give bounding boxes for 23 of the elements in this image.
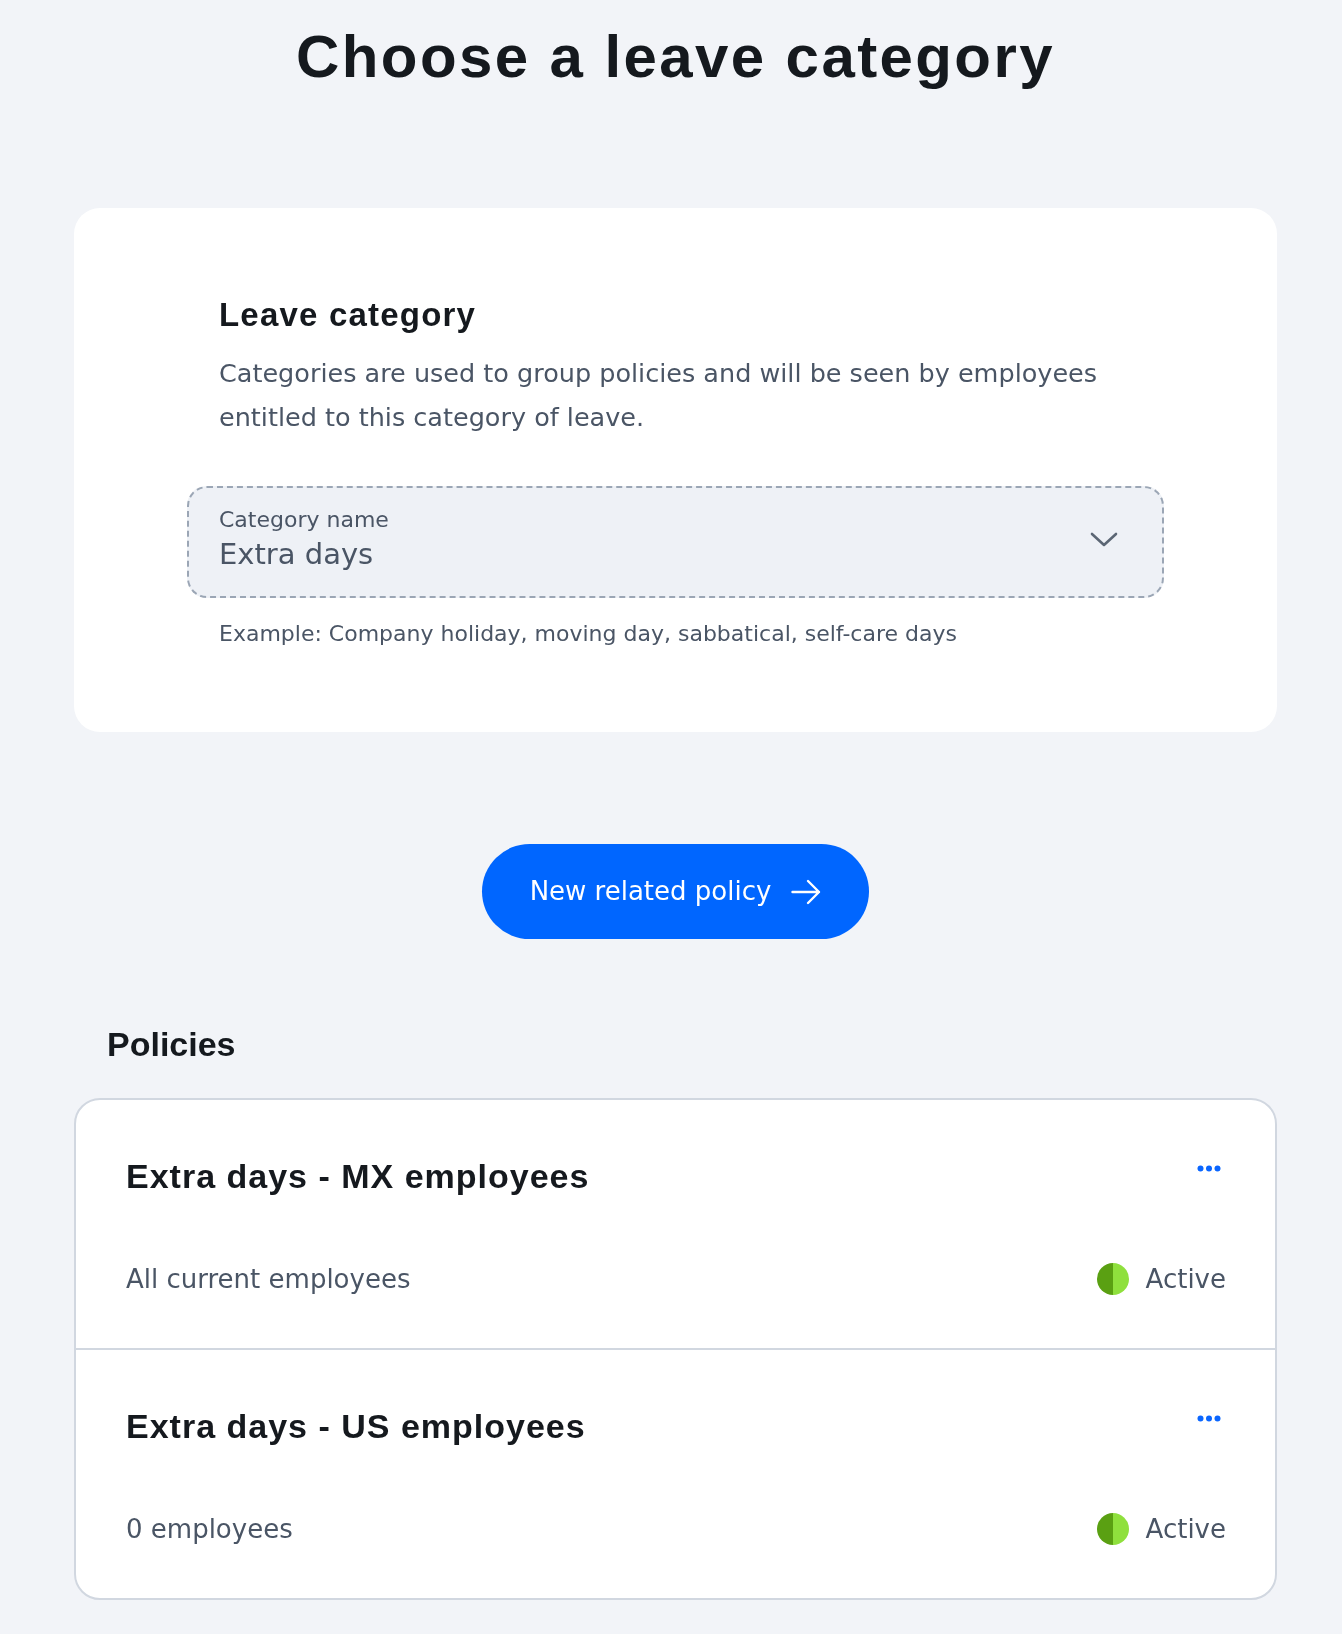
field-label: Category name bbox=[219, 506, 389, 534]
section-heading: Leave category bbox=[219, 296, 478, 334]
status-dot-icon bbox=[1096, 1263, 1129, 1295]
category-name-dropdown[interactable]: Category name Extra days bbox=[187, 486, 1164, 598]
section-description: Categories are used to group policies and will be seen by employees entitled to this category of leave. bbox=[219, 357, 1099, 434]
policy-status: Active bbox=[1145, 1513, 1226, 1545]
field-hint: Example: Company holiday, moving day, sabbatical, self-care days bbox=[219, 620, 958, 648]
chevron-down-icon bbox=[1090, 532, 1118, 548]
more-options-button[interactable] bbox=[1197, 1415, 1221, 1422]
page-title: Choose a leave category bbox=[295, 22, 1056, 92]
status-dot-icon bbox=[1096, 1513, 1129, 1545]
new-related-policy-button[interactable]: New related policy bbox=[482, 844, 869, 939]
ellipsis-icon bbox=[1197, 1165, 1221, 1172]
policy-name: Extra days - US employees bbox=[126, 1406, 586, 1447]
policy-eligibility: All current employees bbox=[126, 1263, 411, 1295]
policy-name: Extra days - MX employees bbox=[126, 1156, 590, 1197]
ellipsis-icon bbox=[1197, 1415, 1221, 1422]
policy-status: Active bbox=[1145, 1263, 1226, 1295]
field-value: Extra days bbox=[219, 536, 374, 573]
section-heading: Policies bbox=[107, 1025, 237, 1063]
arrow-right-icon bbox=[791, 878, 822, 905]
more-options-button[interactable] bbox=[1197, 1165, 1221, 1172]
policy-eligibility: 0 employees bbox=[126, 1513, 293, 1545]
